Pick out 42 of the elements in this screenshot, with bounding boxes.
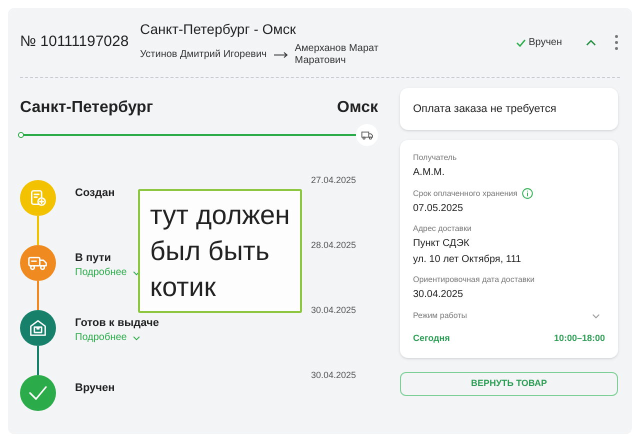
destination-city: Омск (337, 98, 378, 118)
truck-icon (361, 130, 373, 140)
truck-icon (28, 255, 48, 271)
step-date: 27.04.2025 (310, 174, 356, 187)
return-item-button[interactable]: ВЕРНУТЬ ТОВАР (400, 372, 618, 396)
origin-city: Санкт-Петербург (20, 98, 153, 118)
field-label: Срок оплаченного хранения (413, 188, 518, 198)
field-label: Адрес доставки (413, 224, 472, 234)
hours-day: Сегодня (413, 332, 450, 346)
status-label: Вручен (528, 36, 562, 50)
check-icon (28, 385, 48, 401)
recipient-name: Амерханов Марат Маратович (294, 42, 380, 66)
step-title: Вручен (75, 381, 116, 395)
check-icon (516, 38, 526, 46)
step-title: Создан (75, 186, 116, 200)
field-value: А.М.М. (413, 166, 446, 179)
chevron-down-icon (132, 336, 140, 340)
hours-time: 10:00–18:00 (554, 332, 605, 345)
field-value: 07.05.2025 (413, 202, 464, 215)
sender-name: Устинов Дмитрий Игоревич (140, 48, 267, 60)
step-date: 30.04.2025 (310, 369, 356, 382)
info-icon[interactable] (522, 188, 534, 199)
house-box-icon (29, 319, 47, 337)
step-date: 28.04.2025 (310, 239, 356, 252)
details-toggle[interactable]: Подробнее (75, 332, 140, 344)
payment-status: Оплата заказа не требуется (413, 102, 556, 117)
arrow-right-icon (274, 52, 288, 58)
field-label: Получатель (413, 153, 457, 163)
field-value: Пункт СДЭК (413, 237, 470, 250)
step-title: В пути (75, 251, 112, 265)
route-title: Санкт-Петербург - Омск (140, 20, 297, 39)
annotation-note: тут должен был быть котик (138, 189, 302, 313)
opening-hours-toggle[interactable]: Режим работы (413, 310, 605, 322)
step-title: Готов к выдаче (75, 316, 160, 330)
field-label: Ориентировочная дата доставки (413, 275, 535, 285)
chevron-up-icon (586, 39, 596, 46)
order-number: № 10111197028 (20, 32, 130, 52)
chevron-down-icon (592, 314, 600, 318)
document-add-icon (29, 189, 47, 207)
field-value: ул. 10 лет Октября, 111 (413, 253, 522, 266)
step-date: 30.04.2025 (310, 304, 356, 317)
field-value: 30.04.2025 (413, 288, 464, 301)
